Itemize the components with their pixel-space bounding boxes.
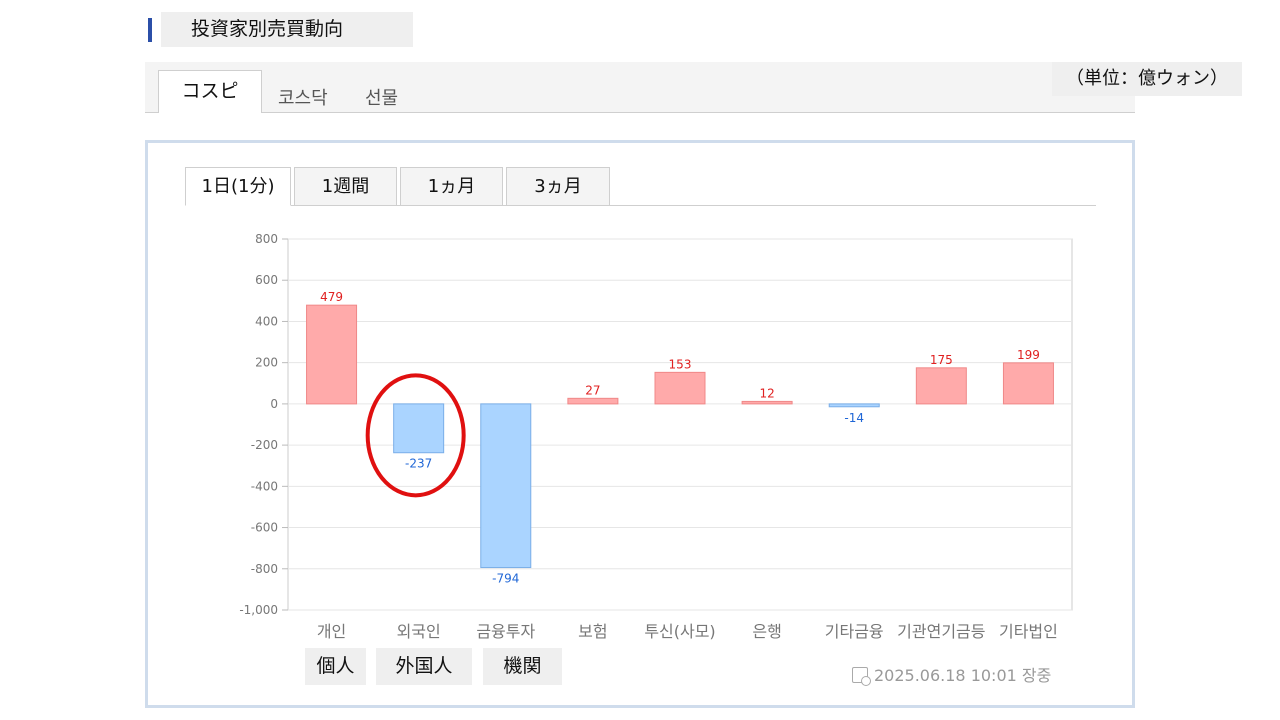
y-tick-label: 600: [255, 273, 278, 287]
x-category-label-7: 기타금융: [825, 622, 884, 641]
x-category-label-6: 은행: [752, 622, 781, 641]
bar-chart: 800 600 400 200 0 -200 -400 -600 -800 -1,000 479 -…: [239, 232, 1073, 641]
data-label-2: -237: [405, 457, 432, 471]
y-tick-label: -1,000: [239, 603, 278, 617]
y-tick-label: 200: [255, 356, 278, 370]
y-tick-label: -800: [251, 562, 278, 576]
x-category-label-1: 개인: [317, 622, 346, 641]
data-label-5: 153: [669, 357, 692, 371]
bar-8: [915, 367, 967, 405]
y-tick-label: -400: [251, 479, 278, 493]
bar-1: [306, 304, 358, 405]
y-tick-label: -200: [251, 438, 278, 452]
x-category-label-9: 기타법인: [999, 622, 1058, 641]
bar-7: [828, 403, 880, 408]
timestamp: 2025.06.18 10:01 장중: [852, 662, 1051, 686]
y-tick-label: 400: [255, 314, 278, 328]
bar-3: [480, 403, 532, 569]
data-label-6: 12: [759, 386, 774, 400]
annotation-label-foreigner: 外国人: [376, 648, 472, 685]
y-tick-label: 0: [270, 397, 278, 411]
data-label-7: -14: [844, 411, 864, 425]
data-label-9: 199: [1017, 348, 1040, 362]
timestamp-text: 2025.06.18 10:01 장중: [874, 666, 1052, 685]
data-label-1: 479: [320, 290, 343, 304]
bar-4: [567, 397, 619, 405]
data-label-8: 175: [930, 353, 953, 367]
x-category-label-4: 보험: [578, 622, 607, 641]
bar-5: [654, 371, 706, 405]
bar-9: [1002, 362, 1054, 405]
y-tick-label: 800: [255, 232, 278, 246]
x-category-label-5: 투신(사모): [644, 622, 715, 641]
annotation-label-individual: 個人: [305, 648, 366, 685]
data-label-3: -794: [492, 572, 519, 586]
annotation-label-institution: 機関: [483, 648, 562, 685]
x-category-label-3: 금융투자: [476, 622, 535, 641]
clock-icon: [852, 667, 871, 686]
y-tick-label: -600: [251, 521, 278, 535]
x-category-label-8: 기관연기금등: [897, 622, 985, 641]
bar-6: [741, 400, 793, 405]
bar-2: [393, 403, 445, 454]
data-label-4: 27: [585, 383, 600, 397]
x-category-label-2: 외국인: [397, 622, 441, 641]
